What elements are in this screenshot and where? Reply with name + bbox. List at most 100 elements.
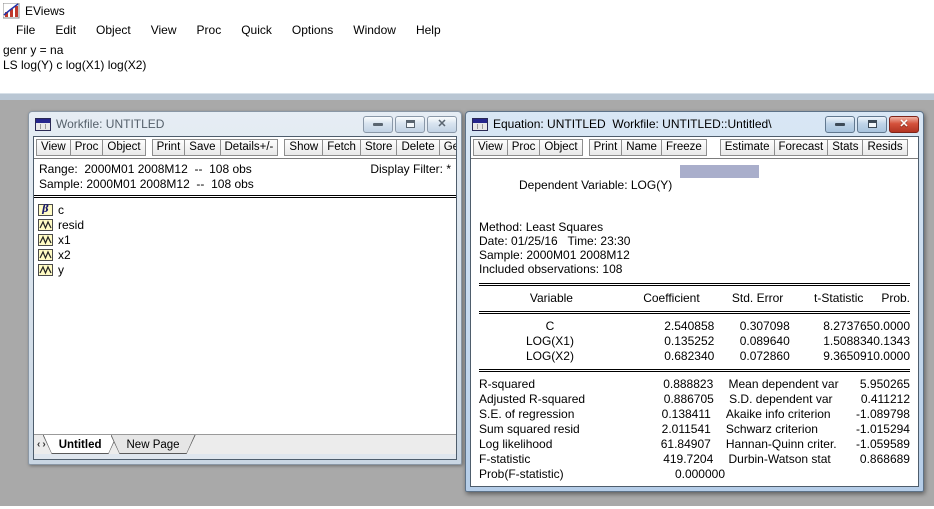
workfile-info: Range: 2000M01 2008M12 -- 108 obs Displa…	[34, 159, 456, 194]
equation-maximize-button[interactable]	[857, 116, 887, 133]
menu-item-help[interactable]: Help	[406, 20, 451, 40]
equation-title: Equation: UNTITLED Workfile: UNTITLED::U…	[493, 117, 820, 131]
sample-line: Sample: 2000M01 2008M12	[479, 248, 910, 262]
tab-new-page[interactable]: New Page	[111, 435, 196, 454]
equation-window-icon	[472, 118, 488, 131]
eq-view-button[interactable]: View	[473, 139, 508, 156]
separator-double-line	[479, 311, 910, 314]
menu-item-view[interactable]: View	[141, 20, 187, 40]
workfile-object-list: β c resid x1 x2	[34, 199, 456, 434]
wf-print-button[interactable]: Print	[152, 139, 186, 156]
eq-freeze-button[interactable]: Freeze	[661, 139, 707, 156]
workfile-sample: Sample: 2000M01 2008M12 -- 108 obs	[39, 177, 254, 192]
tab-scroll-left-icon[interactable]: ‹	[37, 439, 40, 450]
equation-output: Dependent Variable: LOG(Y) Method: Least…	[471, 159, 918, 486]
workfile-range: Range: 2000M01 2008M12 -- 108 obs	[39, 162, 252, 177]
menu-item-quick[interactable]: Quick	[231, 20, 282, 40]
equation-minimize-button[interactable]	[825, 116, 855, 133]
eq-estimate-button[interactable]: Estimate	[720, 139, 775, 156]
method-line: Method: Least Squares	[479, 220, 910, 234]
workfile-window-controls: ✕	[363, 116, 457, 133]
equation-close-button[interactable]: ✕	[889, 116, 919, 133]
stat-row: R-squared 0.888823 Mean dependent var 5.…	[479, 377, 910, 392]
object-item-x2[interactable]: x2	[38, 247, 452, 262]
object-item-resid[interactable]: resid	[38, 217, 452, 232]
maximize-icon	[406, 120, 415, 128]
stat-row: Log likelihood 61.84907 Hannan-Quinn cri…	[479, 437, 910, 452]
series-icon	[38, 219, 53, 231]
command-line-2: LS log(Y) c log(X1) log(X2)	[3, 58, 934, 73]
wf-genr-button[interactable]: Genr	[439, 139, 457, 156]
wf-delete-button[interactable]: Delete	[396, 139, 439, 156]
menu-item-window[interactable]: Window	[343, 20, 406, 40]
wf-save-button[interactable]: Save	[184, 139, 220, 156]
included-observations-line: Included observations: 108	[479, 262, 910, 276]
menu-item-object[interactable]: Object	[86, 20, 141, 40]
eq-proc-button[interactable]: Proc	[507, 139, 541, 156]
stat-row: S.E. of regression 0.138411 Akaike info …	[479, 407, 910, 422]
eq-resids-button[interactable]: Resids	[862, 139, 907, 156]
menu-item-proc[interactable]: Proc	[187, 20, 232, 40]
app-titlebar[interactable]: EViews	[0, 0, 934, 19]
coefficient-row-c: C 2.540858 0.307098 8.273765 0.0000	[479, 319, 910, 334]
series-icon	[38, 249, 53, 261]
equation-toolbar: View Proc Object Print Name Freeze Estim…	[471, 137, 918, 159]
coefficient-row-logx1: LOG(X1) 0.135252 0.089640 1.508834 0.134…	[479, 334, 910, 349]
wf-store-button[interactable]: Store	[360, 139, 398, 156]
tab-new-page-label: New Page	[127, 439, 180, 451]
menu-item-options[interactable]: Options	[282, 20, 343, 40]
wf-fetch-button[interactable]: Fetch	[322, 139, 361, 156]
tab-scroll-right-icon[interactable]: ›	[42, 439, 45, 450]
separator-double-line	[34, 195, 456, 198]
dependent-variable-line: Dependent Variable: LOG(Y)	[479, 164, 910, 220]
equation-body: View Proc Object Print Name Freeze Estim…	[470, 136, 919, 487]
maximize-icon	[868, 120, 877, 128]
wf-show-button[interactable]: Show	[284, 139, 323, 156]
menu-item-edit[interactable]: Edit	[45, 20, 86, 40]
command-workspace-divider[interactable]	[0, 93, 934, 100]
object-item-x1[interactable]: x1	[38, 232, 452, 247]
eq-name-button[interactable]: Name	[621, 139, 662, 156]
equation-titlebar[interactable]: Equation: UNTITLED Workfile: UNTITLED::U…	[466, 112, 923, 136]
date-time-line: Date: 01/25/16 Time: 23:30	[479, 234, 910, 248]
coefficient-table-header: Variable Coefficient Std. Error t-Statis…	[479, 287, 910, 310]
separator-double-line	[479, 369, 910, 372]
workfile-window: Workfile: UNTITLED ✕ View Proc Object Pr…	[28, 111, 462, 465]
eviews-application: EViews File Edit Object View Proc Quick …	[0, 0, 934, 509]
workspace: Workfile: UNTITLED ✕ View Proc Object Pr…	[0, 100, 934, 506]
command-window[interactable]: genr y = na LS log(Y) c log(X1) log(X2)	[0, 41, 934, 93]
stat-row: Prob(F-statistic) 0.000000	[479, 467, 910, 482]
close-icon: ✕	[437, 119, 446, 130]
workfile-body: View Proc Object Print Save Details+/- S…	[33, 136, 457, 460]
eq-object-button[interactable]: Object	[539, 139, 582, 156]
wf-proc-button[interactable]: Proc	[70, 139, 104, 156]
minimize-icon	[373, 123, 383, 126]
workfile-window-icon	[35, 118, 51, 131]
series-icon	[38, 234, 53, 246]
app-title: EViews	[25, 4, 65, 18]
stat-row: Adjusted R-squared 0.886705 S.D. depende…	[479, 392, 910, 407]
wf-details-button[interactable]: Details+/-	[220, 139, 279, 156]
eq-print-button[interactable]: Print	[589, 139, 623, 156]
workfile-display-filter[interactable]: Display Filter: *	[370, 162, 451, 177]
wf-view-button[interactable]: View	[36, 139, 71, 156]
workfile-tabbar: ‹ › Untitled New Page	[34, 434, 456, 454]
menu-item-file[interactable]: File	[6, 20, 45, 40]
workfile-close-button[interactable]: ✕	[427, 116, 457, 133]
workfile-maximize-button[interactable]	[395, 116, 425, 133]
wf-object-button[interactable]: Object	[102, 139, 145, 156]
close-icon: ✕	[899, 119, 908, 130]
tab-untitled-label: Untitled	[59, 439, 102, 451]
stat-row: F-statistic 419.7204 Durbin-Watson stat …	[479, 452, 910, 467]
workfile-minimize-button[interactable]	[363, 116, 393, 133]
selection-highlight	[680, 165, 759, 178]
series-icon	[38, 264, 53, 276]
object-item-y[interactable]: y	[38, 262, 452, 277]
object-item-c[interactable]: β c	[38, 202, 452, 217]
eq-stats-button[interactable]: Stats	[827, 139, 863, 156]
equation-window: Equation: UNTITLED Workfile: UNTITLED::U…	[465, 111, 924, 492]
workfile-titlebar[interactable]: Workfile: UNTITLED ✕	[29, 112, 461, 136]
eq-forecast-button[interactable]: Forecast	[774, 139, 829, 156]
workfile-title: Workfile: UNTITLED	[56, 117, 358, 131]
tab-untitled[interactable]: Untitled	[43, 435, 118, 454]
